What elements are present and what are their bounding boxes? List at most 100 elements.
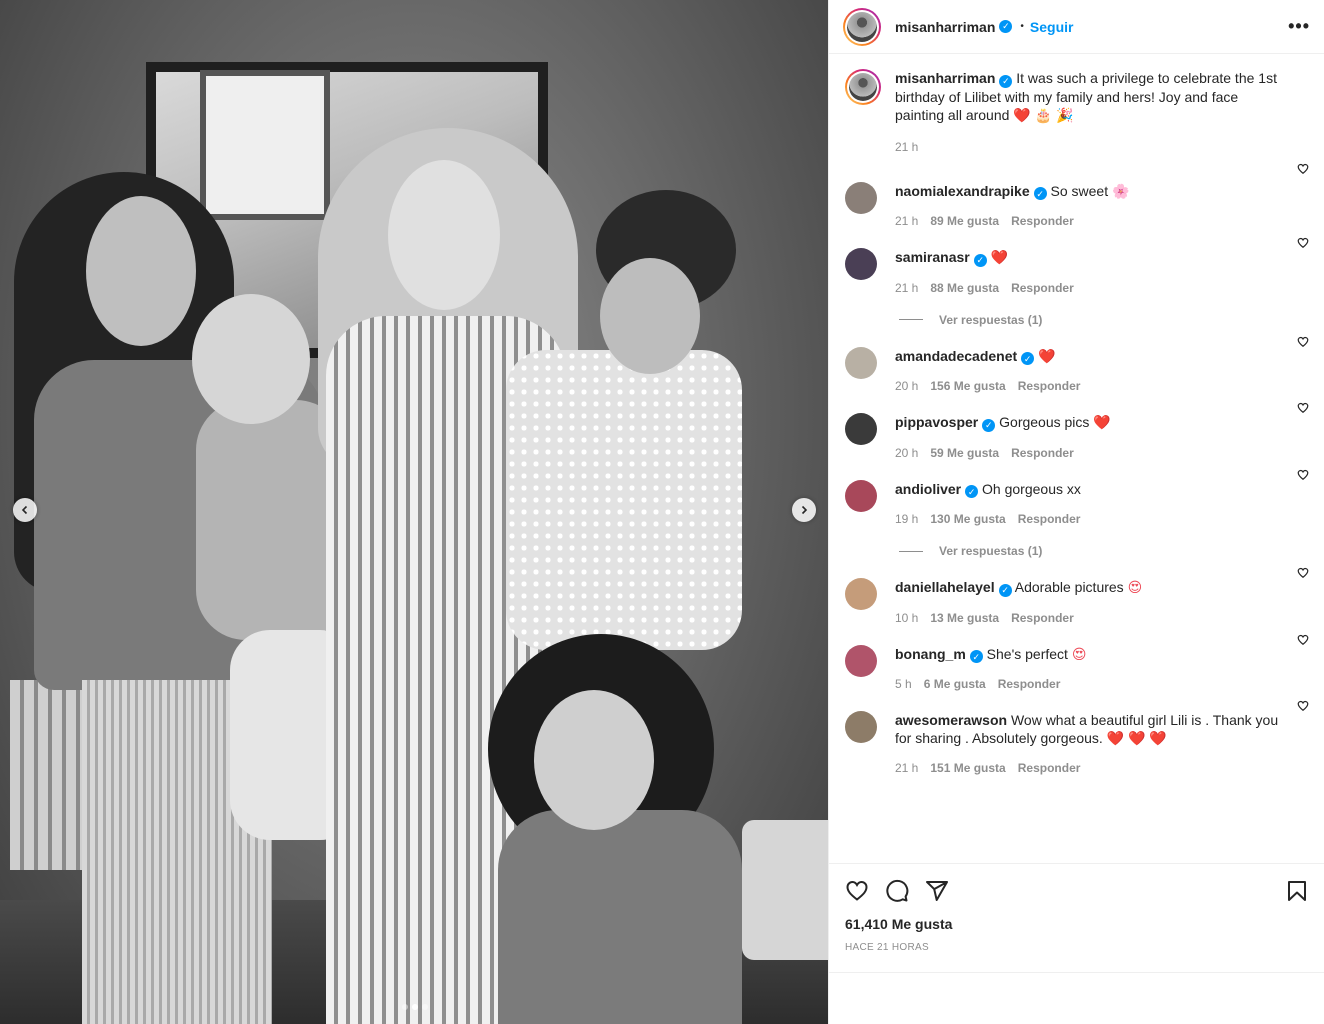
child-sweater [498, 810, 742, 1024]
carousel-next-button[interactable] [792, 498, 816, 522]
verified-badge-icon: ✓ [999, 20, 1013, 33]
like-comment-heart-icon[interactable] [1297, 468, 1309, 480]
comment-time[interactable]: 21 h [895, 281, 918, 295]
comment-text-block: naomialexandrapike ✓ So sweet 🌸 [895, 182, 1283, 200]
author-username[interactable]: misanharriman [895, 19, 995, 35]
comment-emoji: ❤️ [990, 249, 1009, 265]
reply-button[interactable]: Responder [1018, 761, 1081, 775]
commenter-username[interactable]: bonang_m [895, 646, 966, 662]
commenter-avatar[interactable] [845, 346, 877, 379]
reply-button[interactable]: Responder [1018, 379, 1081, 393]
commenter-avatar[interactable] [845, 181, 877, 214]
person-center-face [388, 160, 500, 310]
reply-button[interactable]: Responder [1011, 611, 1074, 625]
reply-button[interactable]: Responder [1011, 214, 1074, 228]
view-replies-label: Ver respuestas (1) [939, 312, 1043, 327]
commenter-username[interactable]: pippavosper [895, 414, 978, 430]
comment-emoji: 😍 [1127, 579, 1143, 595]
comment-likes[interactable]: 89 Me gusta [930, 214, 999, 228]
post-modal: misanharriman ✓ • Seguir ••• misanharrim… [0, 0, 1324, 1024]
comment-text: She's perfect [986, 645, 1068, 662]
comment-icon[interactable] [885, 879, 909, 903]
comment-row: andioliver ✓ Oh gorgeous xx 19 h 130 Me gu… [829, 460, 1324, 526]
baby-head [192, 294, 310, 424]
comment-likes[interactable]: 59 Me gusta [930, 446, 999, 460]
follow-button[interactable]: Seguir [1030, 19, 1074, 35]
commenter-username[interactable]: andioliver [895, 481, 961, 497]
bookmark-icon[interactable] [1285, 879, 1309, 903]
commenter-username[interactable]: awesomerawson [895, 712, 1007, 728]
comment-time[interactable]: 21 h [895, 214, 918, 228]
view-replies-button[interactable]: Ver respuestas (1) [899, 313, 1324, 327]
comments-list[interactable]: misanharriman ✓ It was such a privilege t… [829, 55, 1324, 863]
post-header: misanharriman ✓ • Seguir ••• [829, 0, 1324, 54]
comment-text-block: pippavosper ✓ Gorgeous pics ❤️ [895, 413, 1283, 432]
verified-badge-icon: ✓ [965, 485, 979, 498]
post-sidebar: misanharriman ✓ • Seguir ••• misanharrim… [828, 0, 1324, 1024]
commenter-avatar[interactable] [845, 413, 877, 445]
caption-avatar-ring[interactable] [845, 69, 881, 105]
carousel-prev-button[interactable] [13, 498, 37, 522]
more-options-icon[interactable]: ••• [1288, 16, 1310, 37]
comment-meta: 10 h 13 Me gusta Responder [895, 611, 1283, 625]
like-comment-heart-icon[interactable] [1297, 633, 1309, 645]
reply-button[interactable]: Responder [1011, 281, 1074, 295]
send-icon[interactable] [925, 879, 949, 903]
like-comment-heart-icon[interactable] [1297, 699, 1309, 712]
comment-time[interactable]: 19 h [895, 512, 918, 526]
post-photo[interactable] [0, 0, 828, 1024]
comment-time[interactable]: 20 h [895, 379, 918, 393]
comment-text: Adorable pictures [1014, 579, 1124, 595]
likes-count[interactable]: 61,410 Me gusta [845, 916, 1309, 932]
commenter-avatar[interactable] [845, 248, 877, 280]
like-comment-heart-icon[interactable] [1297, 236, 1309, 249]
caption-username[interactable]: misanharriman [895, 70, 995, 86]
like-comment-heart-icon[interactable] [1297, 335, 1309, 347]
caption-time[interactable]: 21 h [895, 140, 918, 154]
commenter-username[interactable]: samiranasr [895, 249, 970, 265]
comment-meta: 20 h 59 Me gusta Responder [895, 446, 1283, 460]
action-icons [845, 878, 1309, 904]
verified-badge-icon: ✓ [973, 253, 987, 267]
author-avatar-ring[interactable] [843, 7, 881, 46]
view-replies-button[interactable]: Ver respuestas (1) [899, 544, 1324, 558]
comment-likes[interactable]: 6 Me gusta [924, 677, 986, 691]
like-comment-heart-icon[interactable] [1297, 162, 1309, 174]
like-comment-heart-icon[interactable] [1297, 401, 1309, 414]
comments-container: naomialexandrapike ✓ So sweet 🌸 21 h 89 Me … [829, 154, 1324, 775]
commenter-username[interactable]: amandadecadenet [895, 348, 1017, 364]
comment-meta: 21 h 88 Me gusta Responder [895, 281, 1283, 295]
author-avatar [847, 11, 877, 42]
comment-time[interactable]: 10 h [895, 611, 918, 625]
replies-line [899, 319, 923, 320]
verified-badge-icon: ✓ [998, 583, 1012, 597]
carousel-dot [402, 1004, 408, 1010]
toddler-dress [506, 350, 742, 650]
commenter-avatar[interactable] [845, 644, 877, 677]
commenter-avatar[interactable] [845, 479, 877, 512]
reply-button[interactable]: Responder [1011, 446, 1074, 460]
comment-time[interactable]: 21 h [895, 761, 918, 775]
comment-likes[interactable]: 88 Me gusta [930, 281, 999, 295]
verified-badge-icon: ✓ [999, 74, 1013, 88]
heart-icon[interactable] [845, 879, 869, 903]
post-actions: 61,410 Me gusta HACE 21 HORAS [829, 863, 1324, 953]
comment-likes[interactable]: 151 Me gusta [930, 761, 1005, 775]
commenter-username[interactable]: daniellahelayel [895, 579, 995, 595]
background-window [200, 70, 330, 220]
commenter-avatar[interactable] [845, 711, 877, 743]
comment-time[interactable]: 20 h [895, 446, 918, 460]
comment-likes[interactable]: 156 Me gusta [930, 379, 1005, 393]
commenter-avatar[interactable] [845, 578, 877, 610]
reply-button[interactable]: Responder [1018, 512, 1081, 526]
reply-button[interactable]: Responder [998, 677, 1061, 691]
comment-row: daniellahelayel ✓ Adorable pictures 😍 10 h… [829, 558, 1324, 625]
commenter-username[interactable]: naomialexandrapike [895, 183, 1030, 199]
comment-time[interactable]: 5 h [895, 677, 912, 691]
comment-text-block: andioliver ✓ Oh gorgeous xx [895, 480, 1283, 498]
comment-likes[interactable]: 130 Me gusta [930, 512, 1005, 526]
replies-line [899, 550, 923, 552]
like-comment-heart-icon[interactable] [1297, 566, 1309, 579]
toddler-face [600, 258, 700, 374]
comment-likes[interactable]: 13 Me gusta [930, 611, 999, 625]
